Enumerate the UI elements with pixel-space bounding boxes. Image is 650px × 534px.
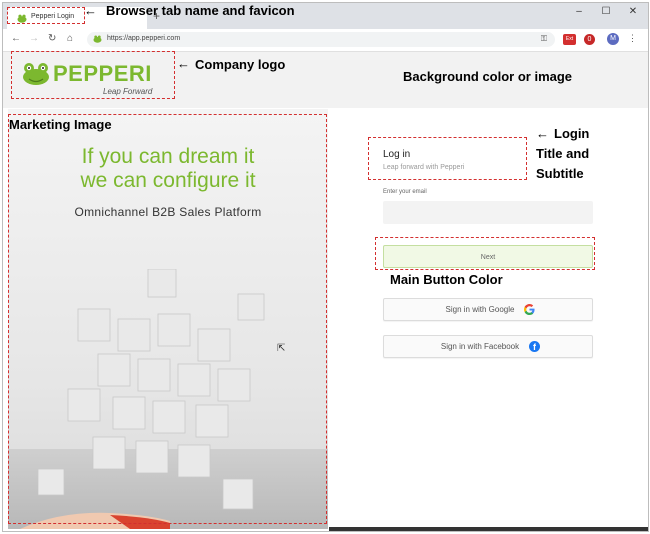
address-toolbar: ← → ↻ ⌂ https://app.pepperi.com ⚿ Ext 0 … — [3, 29, 648, 52]
login-annotation-label-1: Login — [554, 126, 590, 141]
forward-icon[interactable]: → — [29, 33, 39, 44]
maximize-button[interactable]: ☐ — [597, 6, 615, 17]
tab-annotation-label: Browser tab name and favicon — [106, 3, 295, 18]
google-signin-button[interactable]: Sign in with Google — [383, 298, 593, 321]
facebook-signin-button[interactable]: Sign in with Facebook f — [383, 335, 593, 358]
tab-annotation-box — [7, 7, 85, 24]
opera-extension-icon[interactable]: 0 — [584, 34, 595, 45]
email-label: Enter your email — [383, 189, 427, 195]
key-icon[interactable]: ⚿ — [541, 34, 547, 44]
login-annotation-arrow: ← — [536, 126, 549, 141]
close-window-button[interactable]: ✕ — [624, 6, 642, 17]
profile-avatar[interactable]: M — [607, 33, 619, 45]
login-annotation-label-2: Title and — [536, 146, 590, 161]
tab-strip: Pepperi Login + – ☐ ✕ — [3, 3, 648, 29]
facebook-icon: f — [529, 341, 540, 352]
extension-icon[interactable]: Ext — [563, 34, 576, 45]
kebab-menu-icon[interactable]: ⋮ — [628, 33, 637, 44]
home-icon[interactable]: ⌂ — [67, 33, 73, 44]
login-annotation-box — [368, 137, 527, 180]
bottom-scroll-bar — [329, 527, 648, 531]
url-text: https://app.pepperi.com — [107, 35, 181, 42]
site-frog-icon — [93, 35, 102, 43]
logo-annotation-box — [11, 51, 175, 99]
logo-annotation-label: Company logo — [195, 57, 286, 72]
reload-icon[interactable]: ↻ — [48, 33, 56, 44]
logo-annotation-arrow: ← — [177, 56, 190, 71]
tab-annotation-arrow: ← — [84, 3, 97, 18]
background-annotation-label: Background color or image — [403, 69, 573, 84]
google-icon — [524, 304, 535, 315]
button-annotation-label: Main Button Color — [390, 272, 503, 287]
google-signin-label: Sign in with Google — [445, 305, 515, 314]
minimize-button[interactable]: – — [570, 6, 588, 17]
marketing-annotation-box — [8, 114, 327, 524]
marketing-annotation-label: Marketing Image — [9, 117, 112, 132]
address-bar[interactable]: https://app.pepperi.com ⚿ — [87, 32, 555, 47]
facebook-signin-label: Sign in with Facebook — [440, 342, 520, 351]
back-icon[interactable]: ← — [11, 33, 21, 44]
email-field[interactable] — [383, 201, 593, 224]
button-annotation-box — [375, 237, 595, 270]
login-annotation-label-3: Subtitle — [536, 166, 584, 181]
